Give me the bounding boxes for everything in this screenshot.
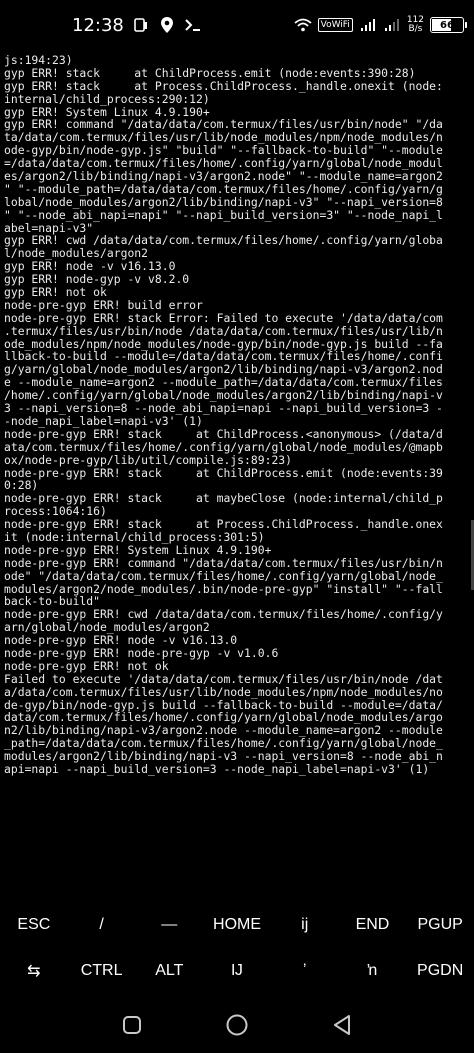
key-n-apostrophe[interactable]: ŉ	[339, 948, 407, 994]
home-button[interactable]	[223, 1011, 251, 1039]
terminal-line: node-pre-gyp ERR! node-pre-gyp -v v1.0.6	[4, 645, 279, 660]
key-pgdn[interactable]: PGDN	[406, 948, 474, 994]
key-end[interactable]: END	[339, 902, 407, 948]
key-slash[interactable]: /	[68, 902, 136, 948]
status-bar-left: 12:38	[0, 15, 202, 36]
terminal-line: node-pre-gyp ERR! stack at ChildProcess.…	[4, 465, 443, 480]
terminal-line: lobal/node_modules/argon2/lib/binding/na…	[4, 194, 443, 209]
terminal-line: Failed to execute '/data/data/com.termux…	[4, 671, 443, 686]
recents-icon	[123, 1015, 142, 1034]
key-home[interactable]: HOME	[203, 902, 271, 948]
home-icon	[226, 1014, 248, 1035]
terminal-line: js:194:23)	[4, 54, 73, 67]
key-esc[interactable]: ESC	[0, 902, 68, 948]
key-alt[interactable]: ALT	[135, 948, 203, 994]
terminal-line: a/data/com.termux/files/usr/lib/node_mod…	[4, 684, 443, 699]
terminal-line: api=napi --napi_build_version=3 --node_n…	[4, 761, 430, 776]
location-icon	[158, 16, 176, 34]
terminal-line: ode" "/data/data/com.termux/files/home/.…	[4, 568, 443, 583]
terminal-line: es/argon2/lib/binding/napi-v3/argon2.nod…	[4, 169, 443, 184]
terminal-prompt-icon	[184, 16, 202, 34]
terminal-line: ox/node-pre-gyp/lib/util/compile.js:89:2…	[4, 452, 293, 467]
terminal-line: node-pre-gyp ERR! command "/data/data/co…	[4, 555, 443, 570]
terminal-line: internal/child_process:290:12)	[4, 91, 210, 106]
extra-keys-bar: ESC / — HOME ij END PGUP ⇆ CTRL ALT Ĳ ʼ ŉ PGDN	[0, 902, 474, 994]
key-tab[interactable]: ⇆	[0, 948, 68, 994]
terminal-line: gyp ERR! stack at Process.ChildProcess._…	[4, 78, 443, 93]
key-dash[interactable]: —	[135, 902, 203, 948]
signal-icon-1	[359, 16, 377, 34]
extra-keys-row-1: ESC / — HOME ij END PGUP	[0, 902, 474, 948]
back-button[interactable]	[328, 1011, 356, 1039]
vowifi-badge: VoWiFi	[317, 18, 353, 32]
extra-keys-row-2: ⇆ CTRL ALT Ĳ ʼ ŉ PGDN	[0, 948, 474, 994]
status-bar: 12:38 VoWiFi 112 B/s 66	[0, 0, 474, 50]
key-apostrophe[interactable]: ʼ	[271, 948, 339, 994]
terminal-line: gyp ERR! stack at ChildProcess.emit (nod…	[4, 65, 416, 80]
terminal-line: node-pre-gyp ERR! System Linux 4.9.190+	[4, 542, 272, 557]
terminal-output[interactable]: js:194:23) gyp ERR! stack at ChildProcess…	[4, 54, 470, 896]
network-speed: 112 B/s	[407, 16, 424, 34]
network-speed-unit: B/s	[408, 24, 423, 34]
terminal-line: node-pre-gyp ERR! not ok	[4, 658, 169, 673]
recents-button[interactable]	[118, 1011, 146, 1039]
terminal-line: ata/com.termux/files/home/.config/yarn/g…	[4, 439, 443, 454]
battery-icon: 66	[430, 17, 467, 33]
battery-level: 66	[440, 19, 454, 31]
status-bar-right: VoWiFi 112 B/s 66	[294, 16, 474, 34]
notification-screenshot-icon	[132, 16, 150, 34]
terminal-line: node-pre-gyp ERR! stack Error: Failed to…	[4, 310, 443, 325]
key-ij[interactable]: ij	[271, 902, 339, 948]
navigation-bar	[0, 996, 474, 1053]
terminal-line: node-pre-gyp ERR! stack at ChildProcess.…	[4, 426, 443, 441]
key-ij-ligature[interactable]: Ĳ	[203, 948, 271, 994]
terminal-line: " "--module_path=/data/data/com.termux/f…	[4, 181, 443, 196]
key-pgup[interactable]: PGUP	[406, 902, 474, 948]
terminal-line: " "--node_abi_napi=napi" "--napi_build_v…	[4, 207, 443, 222]
key-ctrl[interactable]: CTRL	[68, 948, 136, 994]
terminal-line: 3 --napi_version=8 --node_abi_napi=napi …	[4, 401, 443, 416]
back-icon	[333, 1014, 350, 1035]
terminal-line: gyp ERR! not ok	[4, 285, 107, 300]
terminal-line: .termux/files/usr/bin/node /data/data/co…	[4, 323, 443, 338]
status-time: 12:38	[72, 14, 124, 36]
wifi-icon	[294, 16, 312, 34]
signal-icon-2	[383, 16, 401, 34]
terminal-line: node-pre-gyp ERR! build error	[4, 297, 203, 312]
terminal-line: -node_napi_label=napi-v3' (1)	[4, 413, 203, 428]
terminal-line: it (node:internal/child_process:301:5)	[4, 529, 265, 544]
